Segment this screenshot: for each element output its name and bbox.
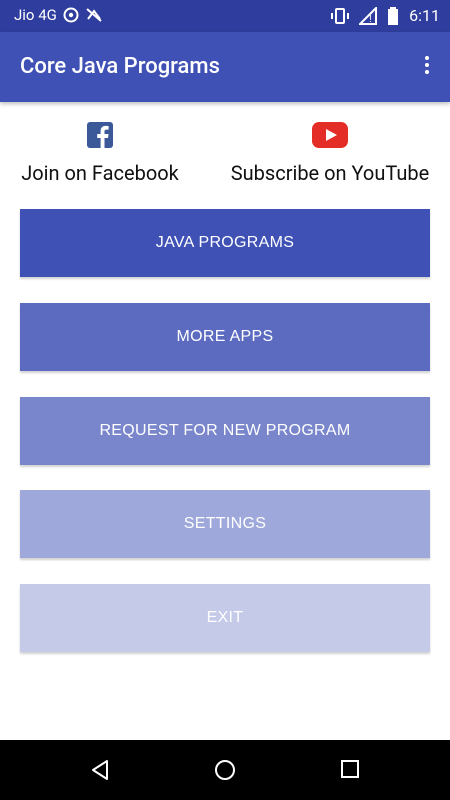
home-icon[interactable] bbox=[213, 758, 237, 782]
no-sync-icon bbox=[86, 8, 102, 22]
java-programs-button[interactable]: JAVA PROGRAMS bbox=[20, 209, 430, 277]
youtube-label: Subscribe on YouTube bbox=[230, 161, 430, 185]
signal-icon: ! bbox=[359, 6, 378, 25]
overflow-menu-icon[interactable] bbox=[422, 54, 432, 82]
request-program-button[interactable]: REQUEST FOR NEW PROGRAM bbox=[20, 397, 430, 465]
exit-button[interactable]: EXIT bbox=[20, 584, 430, 652]
app-title: Core Java Programs bbox=[20, 54, 220, 79]
settings-button[interactable]: SETTINGS bbox=[20, 490, 430, 558]
recent-apps-icon[interactable] bbox=[339, 758, 361, 780]
youtube-icon bbox=[312, 122, 348, 148]
app-bar: Core Java Programs bbox=[0, 32, 450, 102]
status-left: Jio 4G bbox=[14, 6, 103, 24]
carrier-label: Jio 4G bbox=[14, 6, 57, 24]
vpn-icon bbox=[63, 7, 79, 23]
clock: 6:11 bbox=[409, 6, 440, 25]
facebook-label: Join on Facebook bbox=[21, 161, 179, 185]
vibrate-icon bbox=[331, 7, 350, 24]
youtube-link[interactable]: Subscribe on YouTube bbox=[230, 122, 430, 192]
facebook-icon bbox=[87, 122, 113, 148]
svg-text:!: ! bbox=[369, 14, 372, 25]
facebook-link[interactable]: Join on Facebook bbox=[20, 122, 180, 192]
battery-icon bbox=[388, 6, 399, 25]
status-bar: Jio 4G ! 6:11 bbox=[0, 0, 450, 32]
status-right: ! 6:11 bbox=[331, 6, 440, 25]
more-apps-button[interactable]: MORE APPS bbox=[20, 303, 430, 371]
back-icon[interactable] bbox=[88, 758, 112, 782]
navigation-bar bbox=[0, 740, 450, 800]
